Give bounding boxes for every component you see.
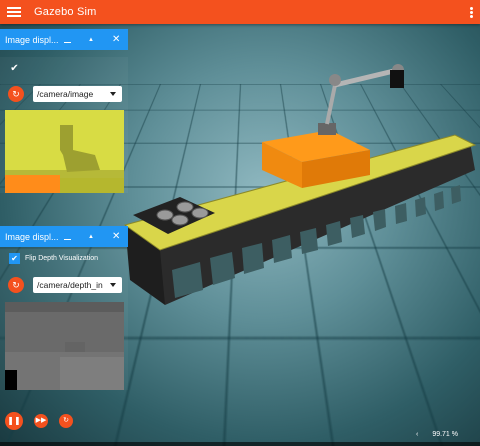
- minimize-icon[interactable]: [64, 226, 71, 247]
- panel-title: Image displ...: [5, 35, 59, 45]
- topic-value: /camera/depth_in: [37, 280, 103, 290]
- depth-image-view: [5, 302, 124, 390]
- chevron-left-icon[interactable]: ‹: [416, 431, 418, 438]
- real-time-factor: 99.71 %: [432, 431, 458, 438]
- bottom-strip: [0, 442, 480, 446]
- robot-arm: [318, 64, 404, 135]
- step-icon[interactable]: ▶▶: [34, 414, 48, 428]
- refresh-icon[interactable]: ↻: [8, 277, 24, 293]
- topic-value: /camera/image: [37, 89, 93, 99]
- status-bar: ‹ 99.71 %: [416, 431, 458, 438]
- refresh-icon[interactable]: ↻: [8, 86, 24, 102]
- topic-select[interactable]: /camera/image: [33, 86, 122, 102]
- image-display-panel-1: Image displ... ▲ ✕ ✔ ↻ /camera/image: [0, 29, 128, 193]
- panel-title: Image displ...: [5, 232, 59, 242]
- play-pause-icon[interactable]: ❚❚: [5, 412, 23, 430]
- kebab-menu-icon[interactable]: [470, 7, 473, 18]
- minimize-icon[interactable]: [64, 29, 71, 50]
- flip-depth-checkbox[interactable]: ✔: [9, 253, 20, 264]
- menu-icon[interactable]: [7, 7, 21, 17]
- maximize-icon[interactable]: ▲: [88, 226, 94, 247]
- reset-icon[interactable]: ↻: [59, 414, 73, 428]
- topic-select[interactable]: /camera/depth_in: [33, 277, 122, 293]
- checkbox-label: Flip Depth Visualization: [25, 255, 98, 262]
- app-title: Gazebo Sim: [34, 6, 97, 18]
- caret-down-icon: [110, 283, 116, 287]
- close-icon[interactable]: ✕: [112, 226, 120, 247]
- app-bar: Gazebo Sim: [0, 0, 480, 24]
- panel-header[interactable]: Image displ... ▲ ✕: [0, 29, 128, 50]
- panel-header[interactable]: Image displ... ▲ ✕: [0, 226, 128, 247]
- camera-image-view: [5, 110, 124, 193]
- check-icon[interactable]: ✔: [9, 63, 20, 74]
- close-icon[interactable]: ✕: [112, 29, 120, 50]
- maximize-icon[interactable]: ▲: [88, 29, 94, 50]
- caret-down-icon: [110, 92, 116, 96]
- image-display-panel-2: Image displ... ▲ ✕ ✔ Flip Depth Visualiz…: [0, 226, 128, 390]
